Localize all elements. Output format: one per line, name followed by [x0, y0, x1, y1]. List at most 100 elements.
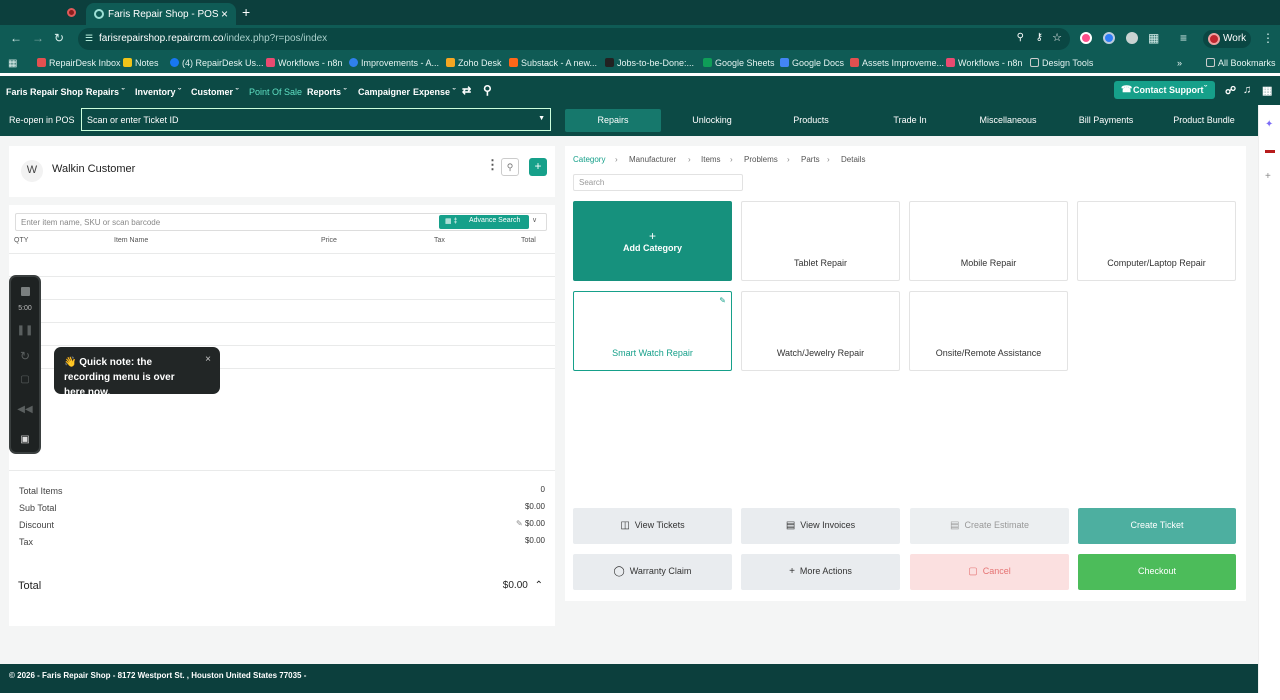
bookmark-star-icon[interactable]: ☆: [1052, 31, 1062, 44]
tab-miscellaneous[interactable]: Miscellaneous: [960, 109, 1056, 132]
bookmark-item[interactable]: Google Docs: [780, 58, 844, 68]
extension-icon-1[interactable]: [1080, 32, 1092, 44]
category-search-input[interactable]: Search: [573, 174, 743, 191]
bookmark-item[interactable]: Workflows - n8n: [946, 58, 1022, 68]
reload-icon[interactable]: ↻: [54, 31, 64, 45]
cancel-button[interactable]: ▢ Cancel: [910, 554, 1069, 590]
category-tile[interactable]: Watch/Jewelry Repair: [741, 291, 900, 371]
address-bar[interactable]: ☰ farisrepairshop.repaircrm.co/index.php…: [78, 28, 1070, 50]
forward-arrow-icon[interactable]: →: [32, 31, 44, 45]
extension-icon-2[interactable]: [1103, 32, 1115, 44]
advance-search-button[interactable]: ▦ ‡ Advance Search: [439, 215, 529, 229]
create-estimate-button[interactable]: ▤ Create Estimate: [910, 508, 1069, 544]
category-panel: Category › Manufacturer › Items › Proble…: [565, 146, 1246, 601]
zoom-icon[interactable]: ⚲: [1017, 32, 1024, 43]
browser-tab[interactable]: Faris Repair Shop - POS ×: [86, 3, 236, 25]
create-ticket-button[interactable]: Create Ticket: [1078, 508, 1236, 544]
side-add-icon[interactable]: +: [1265, 171, 1271, 182]
customer-search-button[interactable]: ⚲: [501, 158, 519, 176]
trash-icon[interactable]: ▢: [11, 374, 39, 385]
close-icon[interactable]: ×: [205, 352, 211, 367]
bookmark-item[interactable]: Assets Improveme...: [850, 58, 944, 68]
nav-inventory-menu[interactable]: Inventory ˇ: [135, 87, 181, 97]
tab-bill-payments[interactable]: Bill Payments: [1058, 109, 1154, 132]
nav-point-of-sale[interactable]: Point Of Sale: [249, 87, 302, 97]
recording-timer: 5:00: [18, 305, 32, 312]
bookmark-item[interactable]: RepairDesk Inbox: [37, 58, 121, 68]
search-icon[interactable]: ⚲: [483, 83, 492, 97]
checkout-button[interactable]: Checkout: [1078, 554, 1236, 590]
chevron-down-icon[interactable]: ∨: [532, 216, 537, 224]
nav-campaigner[interactable]: Campaigner: [358, 87, 410, 97]
edit-pencil-icon[interactable]: ✎: [719, 296, 726, 305]
contact-support-button[interactable]: ☎ Contact Support ˇ: [1114, 81, 1215, 99]
category-tile[interactable]: Onsite/Remote Assistance: [909, 291, 1068, 371]
extension-icon-3[interactable]: [1126, 32, 1138, 44]
nav-customer-menu[interactable]: Customer ˇ: [191, 87, 239, 97]
more-actions-button[interactable]: + More Actions: [741, 554, 900, 590]
breadcrumb-category[interactable]: Category: [573, 155, 605, 164]
discount-value[interactable]: ✎ $0.00: [516, 519, 545, 528]
barcode-icon: ▦ ‡: [445, 218, 458, 225]
side-app-icon[interactable]: ▬: [1265, 145, 1275, 156]
more-options-icon[interactable]: ⋮: [486, 157, 499, 173]
pause-icon[interactable]: ❚❚: [11, 325, 39, 336]
customer-name[interactable]: Walkin Customer: [52, 163, 135, 175]
invoice-icon: ▤: [785, 520, 796, 531]
ticket-id-select[interactable]: Scan or enter Ticket ID ▼: [81, 108, 551, 131]
expand-icon[interactable]: ⇄: [462, 84, 471, 97]
bookmarks-overflow-icon[interactable]: »: [1177, 58, 1182, 68]
bookmark-folder[interactable]: Design Tools: [1030, 58, 1093, 68]
side-extension-icon[interactable]: ✦: [1265, 119, 1273, 130]
close-tab-icon[interactable]: ×: [221, 7, 228, 21]
bookmark-item[interactable]: Substack - A new...: [509, 58, 597, 68]
view-tickets-button[interactable]: ◫ View Tickets: [573, 508, 732, 544]
new-tab-button[interactable]: +: [242, 4, 250, 20]
rewind-icon[interactable]: ◀◀: [11, 404, 39, 415]
bookmark-item[interactable]: Workflows - n8n: [266, 58, 342, 68]
nav-expense-menu[interactable]: Expense ˇ: [413, 87, 456, 97]
category-tile-selected[interactable]: ✎ Smart Watch Repair: [573, 291, 732, 371]
stop-recording-icon[interactable]: [21, 287, 30, 296]
tab-products[interactable]: Products: [763, 109, 859, 132]
chevron-down-icon: ˇ: [1204, 84, 1207, 94]
grand-total-bar[interactable]: Total $0.00 ⌃: [9, 568, 555, 602]
nav-repairs-menu[interactable]: Repairs ˇ: [86, 87, 125, 97]
warranty-claim-button[interactable]: ◯ Warranty Claim: [573, 554, 732, 590]
bookmark-item[interactable]: Google Sheets: [703, 58, 775, 68]
password-key-icon[interactable]: ⚷: [1036, 32, 1043, 43]
tab-trade-in[interactable]: Trade In: [862, 109, 958, 132]
chevron-down-icon: ˇ: [178, 87, 182, 97]
bookmark-item[interactable]: Jobs-to-be-Done:...: [605, 58, 694, 68]
bookmark-item[interactable]: Improvements - A...: [349, 58, 439, 68]
lock-icon[interactable]: ☍: [1225, 84, 1236, 97]
tab-repairs[interactable]: Repairs: [565, 109, 661, 132]
apps-grid-icon[interactable]: ▦: [1262, 84, 1272, 97]
recorder-tooltip: 👋 Quick note: the recording menu is over…: [54, 347, 220, 398]
extensions-puzzle-icon[interactable]: ▦: [1148, 31, 1159, 45]
category-tile[interactable]: Tablet Repair: [741, 201, 900, 281]
category-tile[interactable]: Mobile Repair: [909, 201, 1068, 281]
bookmark-item[interactable]: (4) RepairDesk Us...: [170, 58, 264, 68]
profile-button[interactable]: Work: [1203, 30, 1251, 48]
nav-shop-menu[interactable]: Faris Repair Shop ˇ: [6, 87, 89, 97]
apps-grid-icon[interactable]: ▦: [8, 58, 17, 69]
site-settings-icon[interactable]: ☰: [85, 33, 93, 44]
tab-product-bundle[interactable]: Product Bundle: [1156, 109, 1252, 132]
all-bookmarks-folder[interactable]: All Bookmarks: [1206, 58, 1276, 68]
add-category-button[interactable]: + Add Category: [573, 201, 732, 281]
nav-reports-menu[interactable]: Reports ˇ: [307, 87, 347, 97]
notification-bell-icon[interactable]: ♫: [1243, 84, 1251, 96]
tab-unlocking[interactable]: Unlocking: [664, 109, 760, 132]
category-tile[interactable]: Computer/Laptop Repair: [1077, 201, 1236, 281]
browser-menu-icon[interactable]: ⋮: [1262, 31, 1274, 45]
view-invoices-button[interactable]: ▤ View Invoices: [741, 508, 900, 544]
bookmark-item[interactable]: Zoho Desk: [446, 58, 502, 68]
back-arrow-icon[interactable]: ←: [10, 31, 22, 45]
restart-icon[interactable]: ↻: [11, 349, 39, 363]
reading-list-icon[interactable]: ≡: [1180, 31, 1187, 45]
camera-icon[interactable]: ▣: [11, 434, 39, 445]
bookmark-item[interactable]: Notes: [123, 58, 159, 68]
add-customer-button[interactable]: +: [529, 158, 547, 176]
bookmark-favicon-icon: [509, 58, 518, 67]
